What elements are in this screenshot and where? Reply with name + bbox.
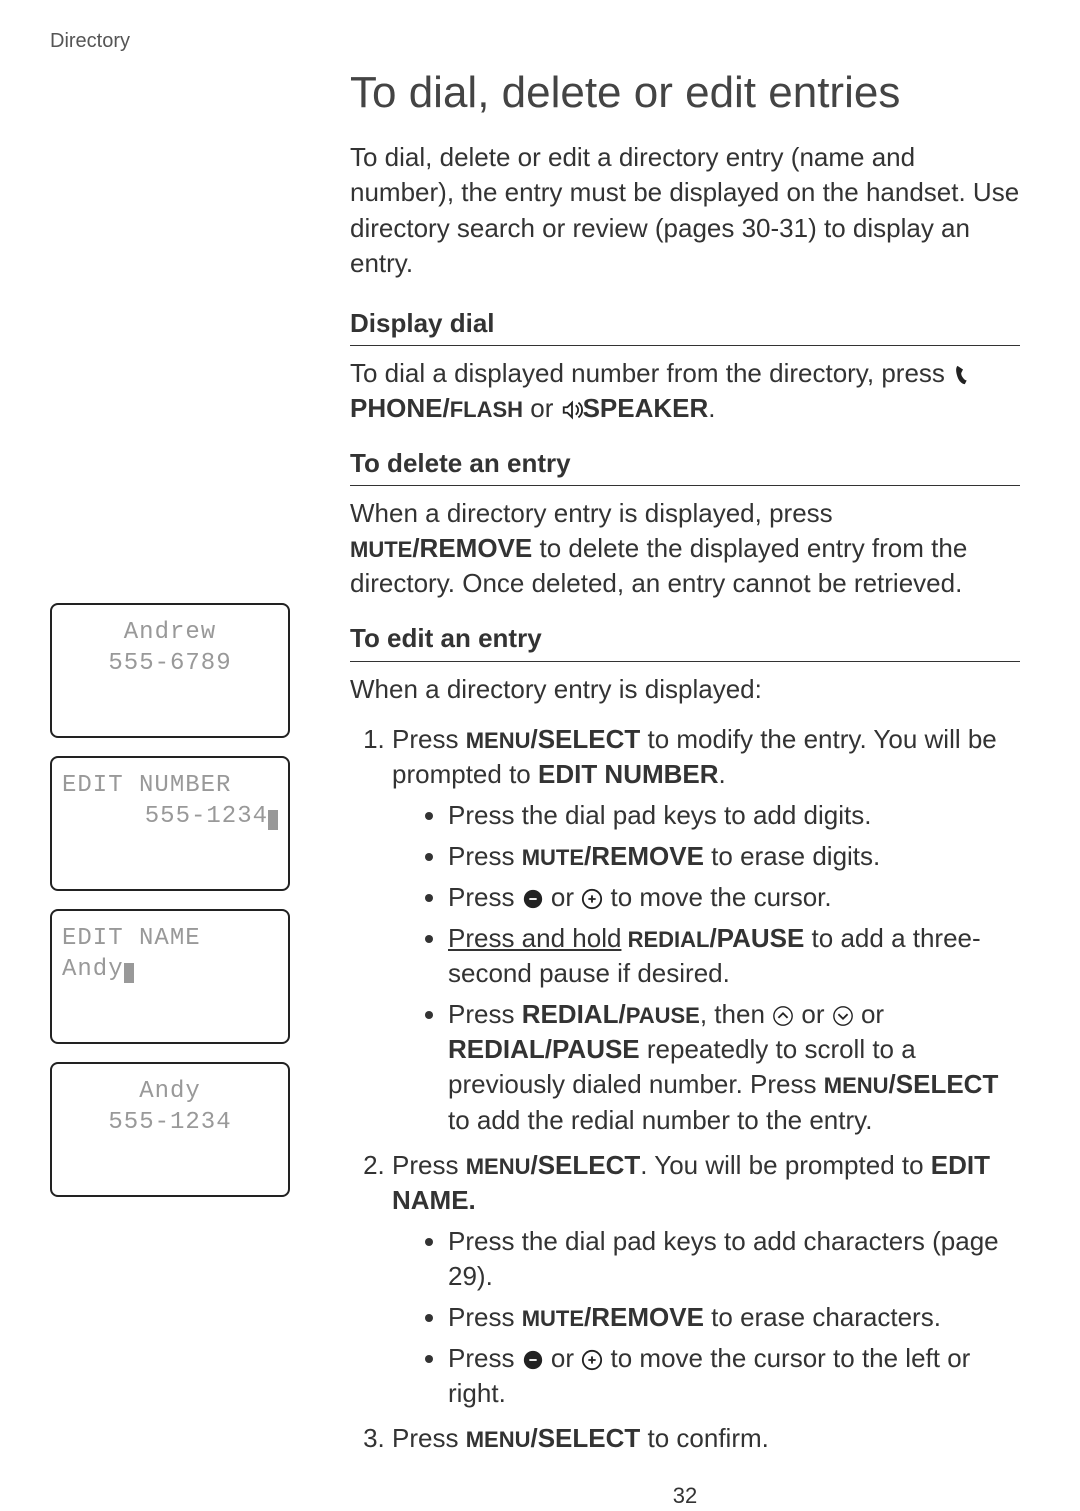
lcd-number: 555-6789 [62, 648, 278, 679]
edit-step-1: Press MENU/SELECT to modify the entry. Y… [392, 722, 1020, 1138]
lcd-name: Andy [62, 1076, 278, 1107]
volume-up-icon [581, 1349, 603, 1371]
delete-entry-text: When a directory entry is displayed, pre… [350, 496, 1020, 601]
lcd-number: 555-1234 [62, 801, 278, 832]
lcd-column: Andrew 555-6789 EDIT NUMBER 555-1234 EDI… [50, 63, 310, 1511]
volume-up-icon [581, 888, 603, 910]
edit-steps-list: Press MENU/SELECT to modify the entry. Y… [350, 722, 1020, 1457]
lcd-label: EDIT NUMBER [62, 770, 278, 801]
lcd-screen-edit-number: EDIT NUMBER 555-1234 [50, 756, 290, 891]
volume-down-icon [522, 1349, 544, 1371]
speaker-icon [561, 399, 583, 421]
step1-bullet-cursor: Press or to move the cursor. [448, 880, 1020, 915]
lcd-name: Andrew [62, 617, 278, 648]
edit-step-2: Press MENU/SELECT. You will be prompted … [392, 1148, 1020, 1412]
volume-down-icon [522, 888, 544, 910]
edit-entry-intro: When a directory entry is displayed: [350, 672, 1020, 707]
step2-bullet-cursor: Press or to move the cursor to the left … [448, 1341, 1020, 1411]
section-header: Directory [50, 30, 1020, 53]
lcd-screen-contact: Andrew 555-6789 [50, 603, 290, 738]
lcd-screen-edit-name: EDIT NAME Andy [50, 909, 290, 1044]
step1-bullet-dialpad: Press the dial pad keys to add digits. [448, 798, 1020, 833]
step1-bullet-pause: Press and hold REDIAL/PAUSE to add a thr… [448, 921, 1020, 991]
page-number: 32 [350, 1481, 1020, 1511]
page-title: To dial, delete or edit entries [350, 63, 1020, 122]
cid-up-icon [772, 1005, 794, 1027]
main-layout: Andrew 555-6789 EDIT NUMBER 555-1234 EDI… [50, 63, 1020, 1511]
lcd-label: EDIT NAME [62, 923, 278, 954]
step2-bullet-mute: Press MUTE/REMOVE to erase characters. [448, 1300, 1020, 1335]
handset-icon [952, 364, 974, 386]
step1-bullets: Press the dial pad keys to add digits. P… [392, 798, 1020, 1138]
step2-bullet-dialpad: Press the dial pad keys to add character… [448, 1224, 1020, 1294]
display-dial-heading: Display dial [350, 306, 1020, 346]
edit-step-3: Press MENU/SELECT to confirm. [392, 1421, 1020, 1456]
edit-entry-heading: To edit an entry [350, 621, 1020, 661]
lcd-name: Andy [62, 954, 278, 985]
intro-paragraph: To dial, delete or edit a directory entr… [350, 140, 1020, 280]
cursor-icon [268, 810, 278, 830]
lcd-screen-saved: Andy 555-1234 [50, 1062, 290, 1197]
cursor-icon [124, 963, 134, 983]
step1-bullet-mute: Press MUTE/REMOVE to erase digits. [448, 839, 1020, 874]
lcd-number: 555-1234 [62, 1107, 278, 1138]
display-dial-text: To dial a displayed number from the dire… [350, 356, 1020, 426]
cid-down-icon [832, 1005, 854, 1027]
step2-bullets: Press the dial pad keys to add character… [392, 1224, 1020, 1411]
delete-entry-heading: To delete an entry [350, 446, 1020, 486]
step1-bullet-redial: Press REDIAL/PAUSE, then or or REDIAL/PA… [448, 997, 1020, 1137]
content-column: To dial, delete or edit entries To dial,… [350, 63, 1020, 1511]
